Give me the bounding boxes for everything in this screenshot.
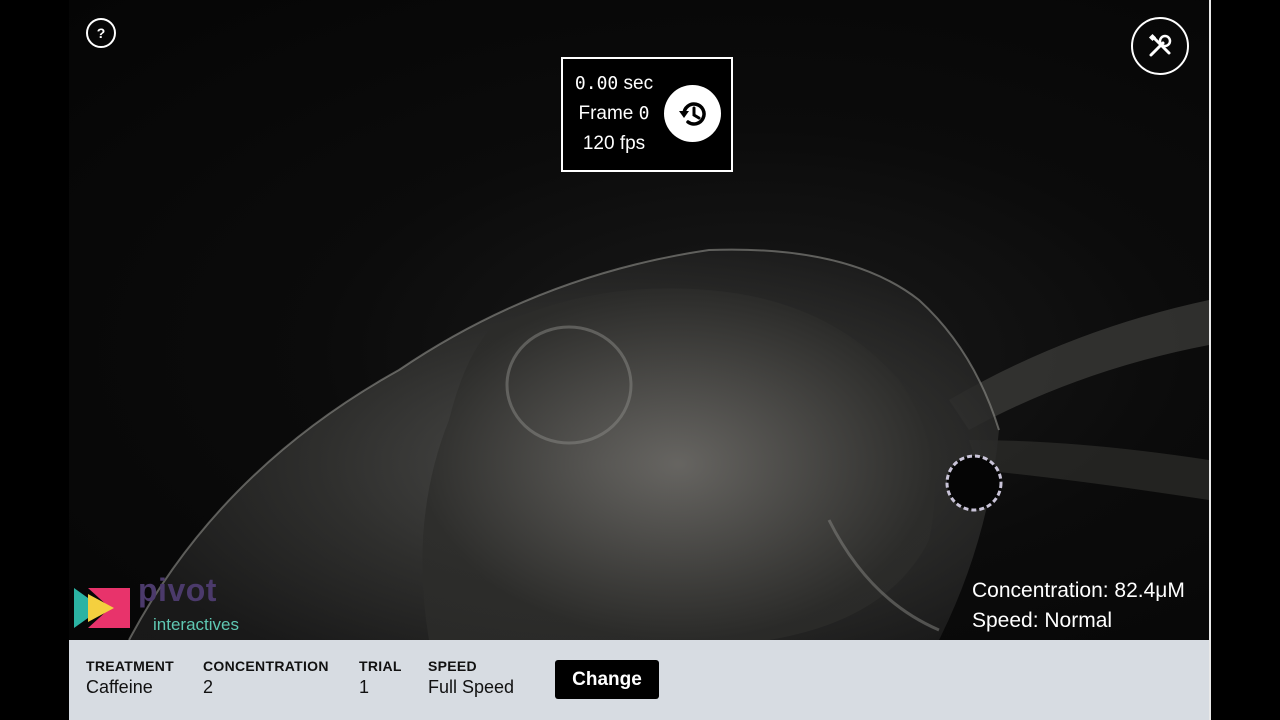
speed-label: SPEED	[428, 658, 477, 674]
logo-mark-icon	[74, 588, 130, 628]
tools-icon	[1148, 33, 1172, 57]
pivot-interactives-logo: pivot interactives	[74, 572, 254, 636]
speed-value: Full Speed	[428, 677, 515, 697]
time-unit: sec	[623, 73, 654, 94]
frame-label: Frame	[578, 103, 634, 124]
frame-readout: Frame 0	[563, 103, 665, 125]
video-player: ? 0.00 sec Frame 0 120 fps Concentration…	[0, 0, 1280, 720]
change-button[interactable]: Change	[555, 660, 659, 699]
logo-word-pivot: pivot	[138, 572, 217, 608]
time-readout: 0.00 sec	[563, 73, 665, 95]
concentration-value: 2	[203, 677, 214, 697]
treatment-value: Caffeine	[86, 677, 153, 697]
frame-timer: 0.00 sec Frame 0 120 fps	[561, 57, 733, 172]
treatment-label: TREATMENT	[86, 658, 174, 674]
frame-value: 0	[638, 103, 650, 124]
concentration-label: CONCENTRATION	[203, 658, 329, 674]
question-icon: ?	[96, 25, 106, 41]
tools-button[interactable]	[1131, 17, 1189, 75]
treatment-field: TREATMENT Caffeine	[86, 658, 174, 698]
time-value: 0.00	[574, 73, 619, 94]
logo-word-interactives: interactives	[153, 615, 239, 634]
fps-readout: 120 fps	[563, 133, 665, 155]
speed-overlay: Speed: Normal	[972, 609, 1113, 632]
frame-edge	[1209, 0, 1211, 720]
speed-field: SPEED Full Speed	[428, 658, 514, 698]
reset-timer-button[interactable]	[664, 85, 721, 142]
settings-bar: TREATMENT Caffeine CONCENTRATION 2 TRIAL…	[69, 640, 1209, 720]
trial-label: TRIAL	[359, 658, 402, 674]
trial-field: TRIAL 1	[359, 658, 402, 698]
history-icon	[678, 101, 706, 126]
concentration-field: CONCENTRATION 2	[203, 658, 329, 698]
concentration-overlay: Concentration: 82.4μM	[972, 579, 1185, 602]
fps-value: 120	[582, 133, 615, 154]
trial-value: 1	[359, 677, 370, 697]
fps-unit: fps	[619, 133, 646, 154]
help-button[interactable]: ?	[86, 18, 116, 48]
